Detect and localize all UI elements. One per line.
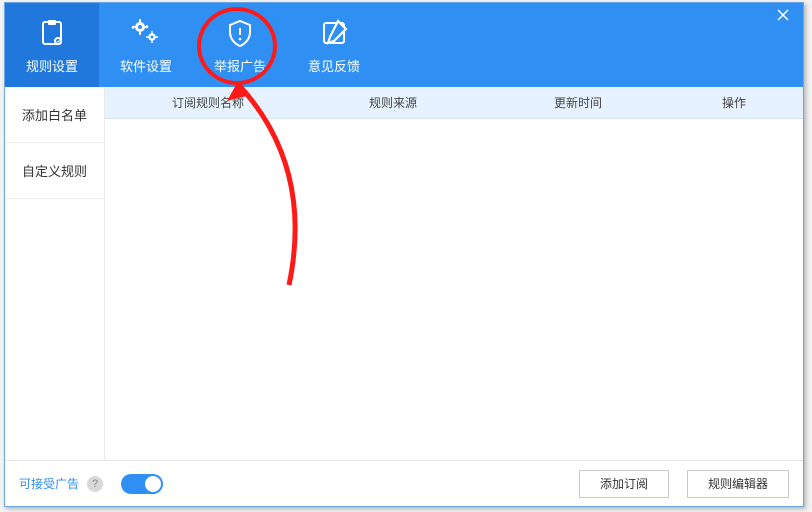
tab-label: 意见反馈 (308, 56, 360, 75)
tab-software[interactable]: 软件设置 (99, 3, 193, 87)
col-header-action: 操作 (673, 94, 795, 111)
clipboard-icon (35, 16, 69, 50)
tab-feedback[interactable]: 意见反馈 (287, 3, 381, 87)
window-body: 添加白名单 自定义规则 订阅规则名称 规则来源 更新时间 操作 (5, 87, 803, 460)
table-header-row: 订阅规则名称 规则来源 更新时间 操作 (105, 87, 803, 119)
table-body-empty (105, 119, 803, 460)
tab-rules[interactable]: 规则设置 (5, 3, 99, 87)
help-icon[interactable]: ? (87, 476, 103, 492)
tab-label: 规则设置 (26, 56, 78, 75)
settings-window: 规则设置 软件设置 (4, 2, 804, 507)
sidebar: 添加白名单 自定义规则 (5, 87, 105, 460)
col-header-updated: 更新时间 (483, 94, 673, 111)
content-area: 订阅规则名称 规则来源 更新时间 操作 (105, 87, 803, 460)
add-subscription-button[interactable]: 添加订阅 (579, 470, 669, 498)
close-icon (777, 8, 789, 26)
edit-icon (317, 16, 351, 50)
sidebar-item-whitelist[interactable]: 添加白名单 (5, 87, 104, 143)
toggle-knob (145, 476, 161, 492)
close-button[interactable] (763, 3, 803, 31)
shield-alert-icon (223, 16, 257, 50)
col-header-source: 规则来源 (303, 94, 483, 111)
footer: 可接受广告 ? 添加订阅 规则编辑器 (5, 460, 803, 506)
titlebar: 规则设置 软件设置 (5, 3, 803, 87)
acceptable-ads-link[interactable]: 可接受广告 (19, 475, 79, 492)
tab-label: 软件设置 (120, 56, 172, 75)
acceptable-ads-toggle[interactable] (121, 474, 163, 494)
button-label: 规则编辑器 (708, 475, 768, 492)
col-header-name: 订阅规则名称 (113, 94, 303, 111)
sidebar-item-label: 添加白名单 (22, 105, 87, 124)
rule-editor-button[interactable]: 规则编辑器 (687, 470, 789, 498)
tab-report[interactable]: 举报广告 (193, 3, 287, 87)
sidebar-item-custom[interactable]: 自定义规则 (5, 143, 104, 199)
sidebar-item-label: 自定义规则 (22, 161, 87, 180)
gears-icon (129, 16, 163, 50)
tab-label: 举报广告 (214, 56, 266, 75)
button-label: 添加订阅 (600, 475, 648, 492)
